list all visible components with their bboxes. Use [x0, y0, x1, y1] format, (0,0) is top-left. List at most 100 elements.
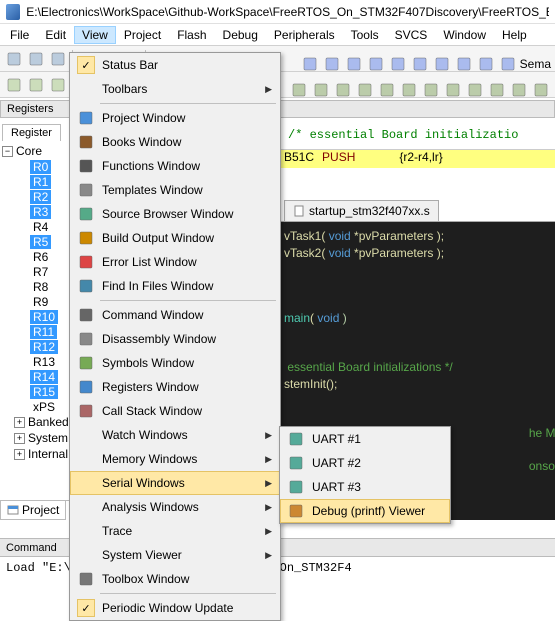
dbg-btn-5[interactable]	[399, 80, 419, 100]
reset-button[interactable]	[4, 75, 24, 95]
register-name: R11	[30, 325, 57, 339]
menu-item-books-window[interactable]: Books Window	[70, 130, 280, 154]
menu-item-find-in-files-window[interactable]: Find In Files Window	[70, 274, 280, 298]
new-button[interactable]	[4, 49, 24, 69]
menu-item-registers-window[interactable]: Registers Window	[70, 375, 280, 399]
dbg-btn-7[interactable]	[443, 80, 463, 100]
collapse-icon[interactable]: −	[2, 146, 13, 157]
menu-item-analysis-windows[interactable]: Analysis Windows▶	[70, 495, 280, 519]
menu-icon	[74, 250, 98, 274]
menu-item-build-output-window[interactable]: Build Output Window	[70, 226, 280, 250]
menu-item-label: Watch Windows	[102, 428, 265, 442]
node-label: Internal	[28, 447, 68, 461]
submenu-item-uart-1[interactable]: UART #1	[280, 427, 450, 451]
menu-item-trace[interactable]: Trace▶	[70, 519, 280, 543]
save-button[interactable]	[48, 49, 68, 69]
menu-item-toolbox-window[interactable]: Toolbox Window	[70, 567, 280, 591]
dbg-btn-3[interactable]	[355, 80, 375, 100]
menu-item-symbols-window[interactable]: Symbols Window	[70, 351, 280, 375]
menu-tools[interactable]: Tools	[343, 26, 387, 44]
menu-item-call-stack-window[interactable]: Call Stack Window	[70, 399, 280, 423]
menu-item-templates-window[interactable]: Templates Window	[70, 178, 280, 202]
submenu-item-label: UART #3	[312, 480, 442, 494]
submenu-item-uart-3[interactable]: UART #3	[280, 475, 450, 499]
menu-item-project-window[interactable]: Project Window	[70, 106, 280, 130]
menu-file[interactable]: File	[2, 26, 37, 44]
tool-btn-7[interactable]	[454, 54, 474, 74]
dbg-btn-10[interactable]	[509, 80, 529, 100]
dbg-btn-9[interactable]	[487, 80, 507, 100]
menu-item-status-bar[interactable]: ✓Status Bar	[70, 53, 280, 77]
tool-btn-9[interactable]	[498, 54, 518, 74]
tool-btn-6[interactable]	[432, 54, 452, 74]
menu-icon	[74, 399, 98, 423]
submenu-item-debug-printf-viewer[interactable]: Debug (printf) Viewer	[280, 499, 450, 523]
menu-item-watch-windows[interactable]: Watch Windows▶	[70, 423, 280, 447]
menu-item-functions-window[interactable]: Functions Window	[70, 154, 280, 178]
project-tab[interactable]: Project	[0, 501, 66, 520]
stop-button[interactable]	[48, 75, 68, 95]
menu-item-serial-windows[interactable]: Serial Windows▶	[70, 471, 280, 495]
app-icon	[6, 4, 20, 20]
tool-btn-3[interactable]	[366, 54, 386, 74]
menu-item-system-viewer[interactable]: System Viewer▶	[70, 543, 280, 567]
submenu-icon	[284, 427, 308, 451]
tool-btn-8[interactable]	[476, 54, 496, 74]
tool-btn-5[interactable]	[410, 54, 430, 74]
menu-bar: FileEditViewProjectFlashDebugPeripherals…	[0, 24, 555, 46]
menu-item-memory-windows[interactable]: Memory Windows▶	[70, 447, 280, 471]
asm-addr: B51C	[284, 150, 314, 168]
menu-view[interactable]: View	[74, 26, 116, 44]
register-name: R7	[30, 265, 51, 279]
menu-help[interactable]: Help	[494, 26, 535, 44]
menu-debug[interactable]: Debug	[215, 26, 266, 44]
tool-btn-0[interactable]	[300, 54, 320, 74]
menu-peripherals[interactable]: Peripherals	[266, 26, 343, 44]
menu-project[interactable]: Project	[116, 26, 169, 44]
menu-icon	[74, 130, 98, 154]
run-button[interactable]	[26, 75, 46, 95]
open-button[interactable]	[26, 49, 46, 69]
expand-icon[interactable]: +	[14, 417, 25, 428]
tool-btn-4[interactable]	[388, 54, 408, 74]
editor-tabs: startup_stm32f407xx.s	[280, 198, 555, 222]
dbg-btn-2[interactable]	[333, 80, 353, 100]
menu-icon	[74, 226, 98, 250]
submenu-icon	[284, 451, 308, 475]
dbg-btn-8[interactable]	[465, 80, 485, 100]
tool-btn-1[interactable]	[322, 54, 342, 74]
menu-item-label: Status Bar	[102, 58, 272, 72]
submenu-arrow-icon: ▶	[265, 430, 272, 441]
register-name: R9	[30, 295, 51, 309]
tool-btn-2[interactable]	[344, 54, 364, 74]
menu-item-toolbars[interactable]: Toolbars▶	[70, 77, 280, 101]
menu-icon	[74, 447, 98, 471]
register-name: R2	[30, 190, 51, 204]
menu-svcs[interactable]: SVCS	[387, 26, 436, 44]
menu-icon	[74, 178, 98, 202]
node-label: System	[28, 431, 68, 445]
menu-item-label: Call Stack Window	[102, 404, 272, 418]
dbg-btn-4[interactable]	[377, 80, 397, 100]
expand-icon[interactable]: +	[14, 433, 25, 444]
menu-item-disassembly-window[interactable]: Disassembly Window	[70, 327, 280, 351]
register-tab[interactable]: Register	[2, 124, 61, 141]
menu-item-label: Disassembly Window	[102, 332, 272, 346]
menu-item-label: Trace	[102, 524, 265, 538]
menu-window[interactable]: Window	[435, 26, 494, 44]
menu-item-source-browser-window[interactable]: Source Browser Window	[70, 202, 280, 226]
dbg-btn-6[interactable]	[421, 80, 441, 100]
menu-icon	[74, 327, 98, 351]
menu-item-error-list-window[interactable]: Error List Window	[70, 250, 280, 274]
menu-edit[interactable]: Edit	[37, 26, 74, 44]
menu-item-label: Command Window	[102, 308, 272, 322]
dbg-btn-0[interactable]	[289, 80, 309, 100]
menu-flash[interactable]: Flash	[169, 26, 214, 44]
expand-icon[interactable]: +	[14, 449, 25, 460]
dbg-btn-11[interactable]	[531, 80, 551, 100]
dbg-btn-1[interactable]	[311, 80, 331, 100]
menu-item-command-window[interactable]: Command Window	[70, 303, 280, 327]
file-tab-startup[interactable]: startup_stm32f407xx.s	[284, 200, 439, 221]
submenu-item-uart-2[interactable]: UART #2	[280, 451, 450, 475]
register-name: R12	[30, 340, 58, 354]
